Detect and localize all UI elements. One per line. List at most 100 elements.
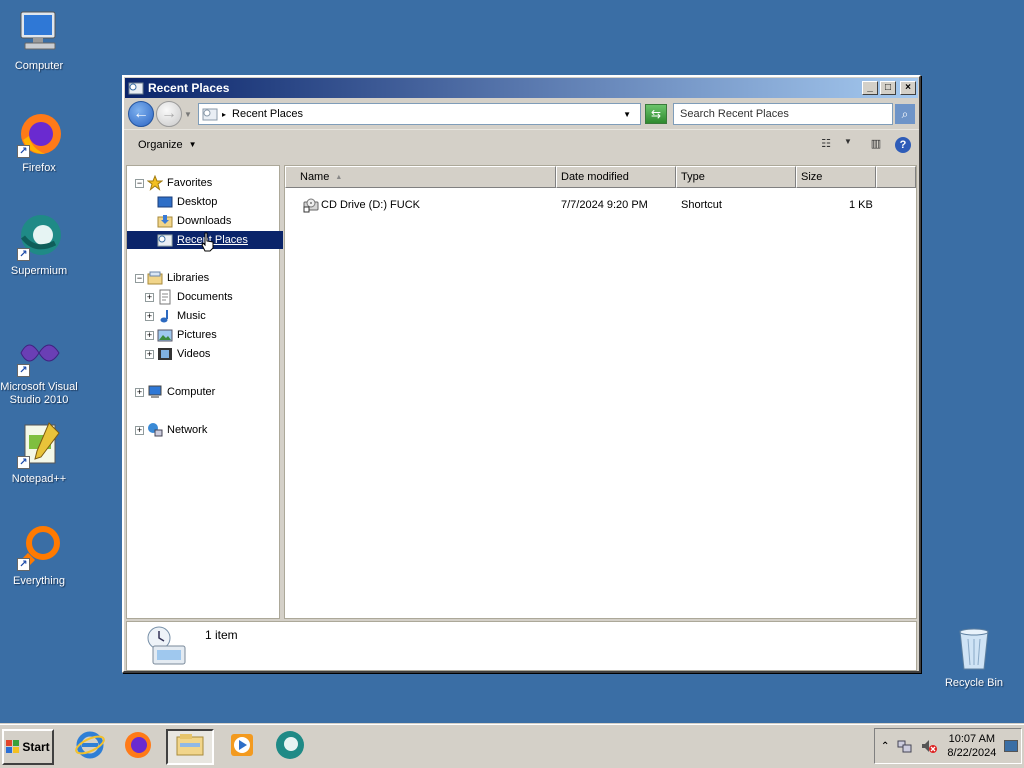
nav-item-videos[interactable]: + Videos	[145, 345, 210, 363]
nav-item-documents[interactable]: + Documents	[145, 288, 233, 306]
folder-icon	[174, 729, 206, 764]
volume-muted-icon[interactable]	[921, 738, 938, 754]
visual-studio-icon: ↗	[15, 329, 63, 377]
file-list-pane[interactable]: Name ▲ Date modified Type Size CD Drive …	[284, 165, 917, 619]
desktop-icon	[157, 194, 173, 210]
column-header-name[interactable]: Name ▲	[285, 166, 556, 188]
firefox-icon: ↗	[15, 110, 63, 158]
taskbar-media-player[interactable]	[222, 729, 262, 765]
address-dropdown-icon[interactable]: ▼	[623, 110, 631, 119]
collapse-icon[interactable]: −	[135, 178, 144, 188]
nav-label: Pictures	[177, 329, 217, 341]
nav-item-libraries[interactable]: − Libraries	[135, 269, 209, 287]
nav-label: Desktop	[177, 196, 218, 208]
supermium-icon: ↗	[15, 213, 63, 261]
expand-icon[interactable]: +	[145, 330, 154, 340]
desktop-icon-everything[interactable]: ↗ Everything	[0, 523, 78, 588]
maximize-button[interactable]: □	[880, 81, 896, 95]
column-label: Date modified	[561, 171, 629, 183]
back-button[interactable]: ←	[128, 101, 154, 127]
file-type: Shortcut	[681, 199, 722, 211]
taskbar-windows-explorer[interactable]	[166, 728, 214, 765]
documents-icon	[157, 289, 173, 305]
desktop-icon-notepadpp[interactable]: ↗ Notepad++	[0, 421, 78, 486]
explorer-window[interactable]: Recent Places _ □ × ← → ▼ ▸ Recent Place…	[122, 75, 921, 673]
desktop-icon-supermium[interactable]: ↗ Supermium	[0, 213, 78, 278]
column-header-size[interactable]: Size	[796, 166, 876, 188]
nav-item-desktop[interactable]: Desktop	[157, 193, 217, 211]
collapse-icon[interactable]: −	[135, 273, 144, 283]
nav-item-favorites[interactable]: − Favorites	[135, 174, 212, 192]
shortcut-arrow-icon: ↗	[17, 456, 30, 469]
window-titlebar[interactable]: Recent Places _ □ ×	[125, 78, 918, 98]
show-hidden-icons-icon[interactable]: ⌃	[881, 741, 889, 752]
command-bar: Organize ▼ ☷ ▼ ▥ ?	[124, 129, 919, 159]
window-title: Recent Places	[148, 81, 230, 95]
close-button[interactable]: ×	[900, 81, 916, 95]
recent-places-icon	[157, 232, 173, 248]
cd-drive-shortcut-icon	[303, 197, 319, 213]
file-date: 7/7/2024 9:20 PM	[561, 199, 648, 211]
nav-item-downloads[interactable]: Downloads	[157, 212, 231, 230]
notepadpp-icon: ↗	[15, 421, 63, 469]
column-header-type[interactable]: Type	[676, 166, 796, 188]
desktop-icon-label: Microsoft Visual Studio 2010	[0, 381, 78, 406]
clock[interactable]: 10:07 AM 8/22/2024	[947, 732, 996, 760]
nav-label: Documents	[177, 291, 233, 303]
nav-label: Network	[167, 424, 208, 436]
help-icon[interactable]: ?	[895, 136, 911, 153]
expand-icon[interactable]: +	[145, 349, 154, 359]
column-header-date-modified[interactable]: Date modified	[556, 166, 676, 188]
breadcrumb-separator-icon[interactable]: ▸	[222, 110, 226, 119]
search-input[interactable]: Search Recent Places	[673, 103, 893, 125]
organize-button[interactable]: Organize ▼	[132, 136, 203, 154]
file-row[interactable]: CD Drive (D:) FUCK 7/7/2024 9:20 PM Shor…	[285, 196, 916, 214]
search-placeholder: Search Recent Places	[680, 108, 789, 120]
desktop-icon-visual-studio[interactable]: ↗ Microsoft Visual Studio 2010	[0, 329, 78, 407]
desktop-icon-recycle-bin[interactable]: Recycle Bin	[935, 625, 1013, 690]
start-button[interactable]: Start	[2, 728, 54, 765]
nav-item-music[interactable]: + Music	[145, 307, 206, 325]
media-player-icon	[226, 729, 258, 764]
taskbar-supermium[interactable]	[270, 729, 310, 765]
expand-icon[interactable]: +	[135, 425, 144, 435]
view-dropdown-icon[interactable]: ▼	[839, 137, 857, 153]
nav-label: Libraries	[167, 272, 210, 284]
desktop-icon-firefox[interactable]: ↗ Firefox	[0, 110, 78, 175]
start-label: Start	[22, 739, 50, 754]
details-pane: 1 item	[126, 621, 917, 671]
forward-button[interactable]: →	[156, 101, 182, 127]
recent-places-icon	[202, 106, 218, 122]
preview-pane-icon[interactable]: ▥	[867, 137, 885, 153]
expand-icon[interactable]: +	[145, 292, 154, 302]
shortcut-arrow-icon: ↗	[17, 145, 30, 158]
recent-pages-dropdown-icon[interactable]: ▼	[184, 110, 194, 119]
desktop-icon-computer[interactable]: Computer	[0, 8, 78, 73]
navigation-pane[interactable]: − Favorites Desktop Downloads Recent Pla…	[126, 165, 283, 619]
nav-item-pictures[interactable]: + Pictures	[145, 326, 217, 344]
item-count: 1 item	[205, 628, 238, 642]
windows-flag-icon	[6, 739, 20, 754]
desktop-icon-label: Firefox	[22, 162, 56, 174]
nav-item-computer[interactable]: + Computer	[135, 383, 215, 401]
desktop-icon-label: Everything	[13, 575, 65, 587]
computer-icon	[15, 8, 63, 56]
refresh-button[interactable]: ⇆	[645, 104, 667, 124]
breadcrumb[interactable]: Recent Places	[232, 108, 623, 120]
computer-icon	[147, 384, 163, 400]
address-bar[interactable]: ▸ Recent Places ▼	[198, 103, 641, 125]
taskbar-firefox[interactable]	[118, 729, 158, 765]
expand-icon[interactable]: +	[135, 387, 144, 397]
downloads-folder-icon	[157, 213, 173, 229]
nav-label: Downloads	[177, 215, 232, 227]
view-options-icon[interactable]: ☷	[817, 137, 835, 153]
file-name: CD Drive (D:) FUCK	[321, 199, 420, 211]
show-desktop-icon[interactable]	[1004, 740, 1019, 752]
nav-item-network[interactable]: + Network	[135, 421, 207, 439]
expand-icon[interactable]: +	[145, 311, 154, 321]
network-tray-icon[interactable]	[897, 738, 913, 754]
minimize-button[interactable]: _	[862, 81, 878, 95]
search-icon[interactable]: ⌕	[895, 104, 915, 124]
network-icon	[147, 422, 163, 438]
taskbar-internet-explorer[interactable]	[70, 729, 110, 765]
